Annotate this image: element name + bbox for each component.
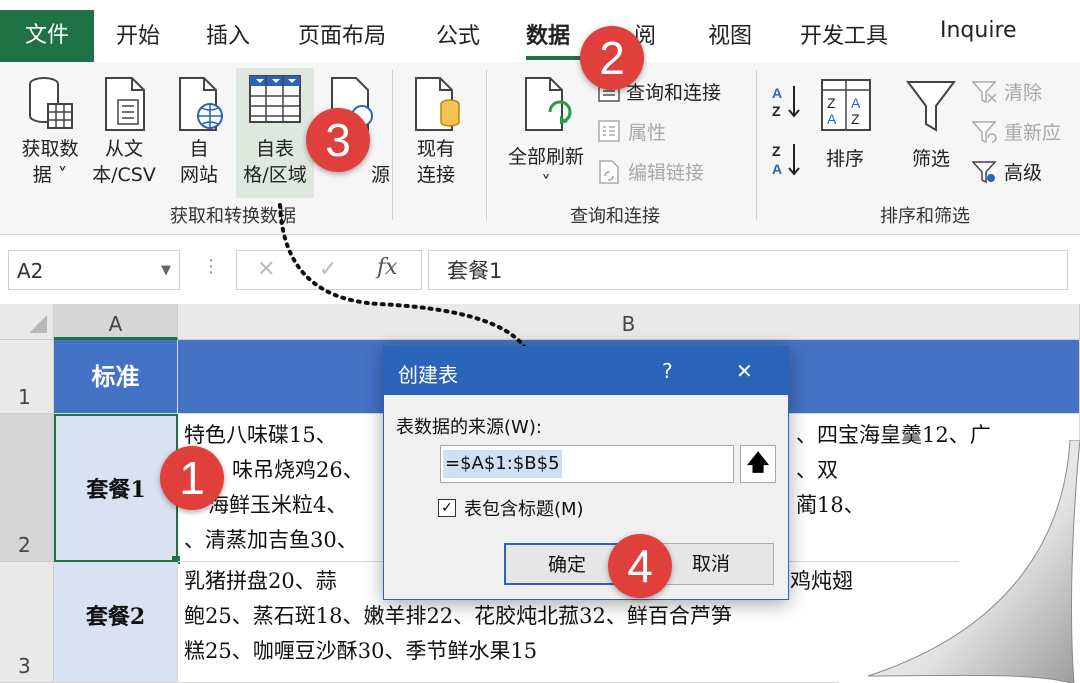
step-badge-4: 4 (608, 534, 672, 598)
range-input[interactable]: =$A$1:$B$5 (440, 445, 734, 483)
screenshot: 文件 开始 插入 页面布局 公式 数据 阅 视图 开发工具 Inquire 获取… (0, 0, 1080, 683)
range-value: =$A$1:$B$5 (443, 450, 562, 478)
step-badge-3: 3 (306, 108, 370, 172)
arrow-up-icon: 🡅 (746, 451, 770, 476)
checkmark-icon: ✓ (441, 500, 453, 516)
create-table-dialog: 创建表 ? ✕ 表数据的来源(W): =$A$1:$B$5 🡅 ✓ 表包含标题(… (383, 346, 789, 600)
collapse-dialog-button[interactable]: 🡅 (740, 445, 776, 483)
has-headers-label: 表包含标题(M) (464, 499, 584, 520)
has-headers-checkbox[interactable]: ✓ (438, 499, 456, 517)
dialog-title: 创建表 (398, 363, 458, 387)
dialog-title-bar: 创建表 ? ✕ (384, 347, 788, 395)
step-badge-2: 2 (580, 26, 644, 90)
help-icon[interactable]: ? (662, 359, 673, 383)
page-curl-decoration (838, 440, 1080, 683)
source-label: 表数据的来源(W): (396, 417, 542, 438)
step-badge-1: 1 (160, 446, 224, 510)
close-icon[interactable]: ✕ (736, 359, 753, 383)
